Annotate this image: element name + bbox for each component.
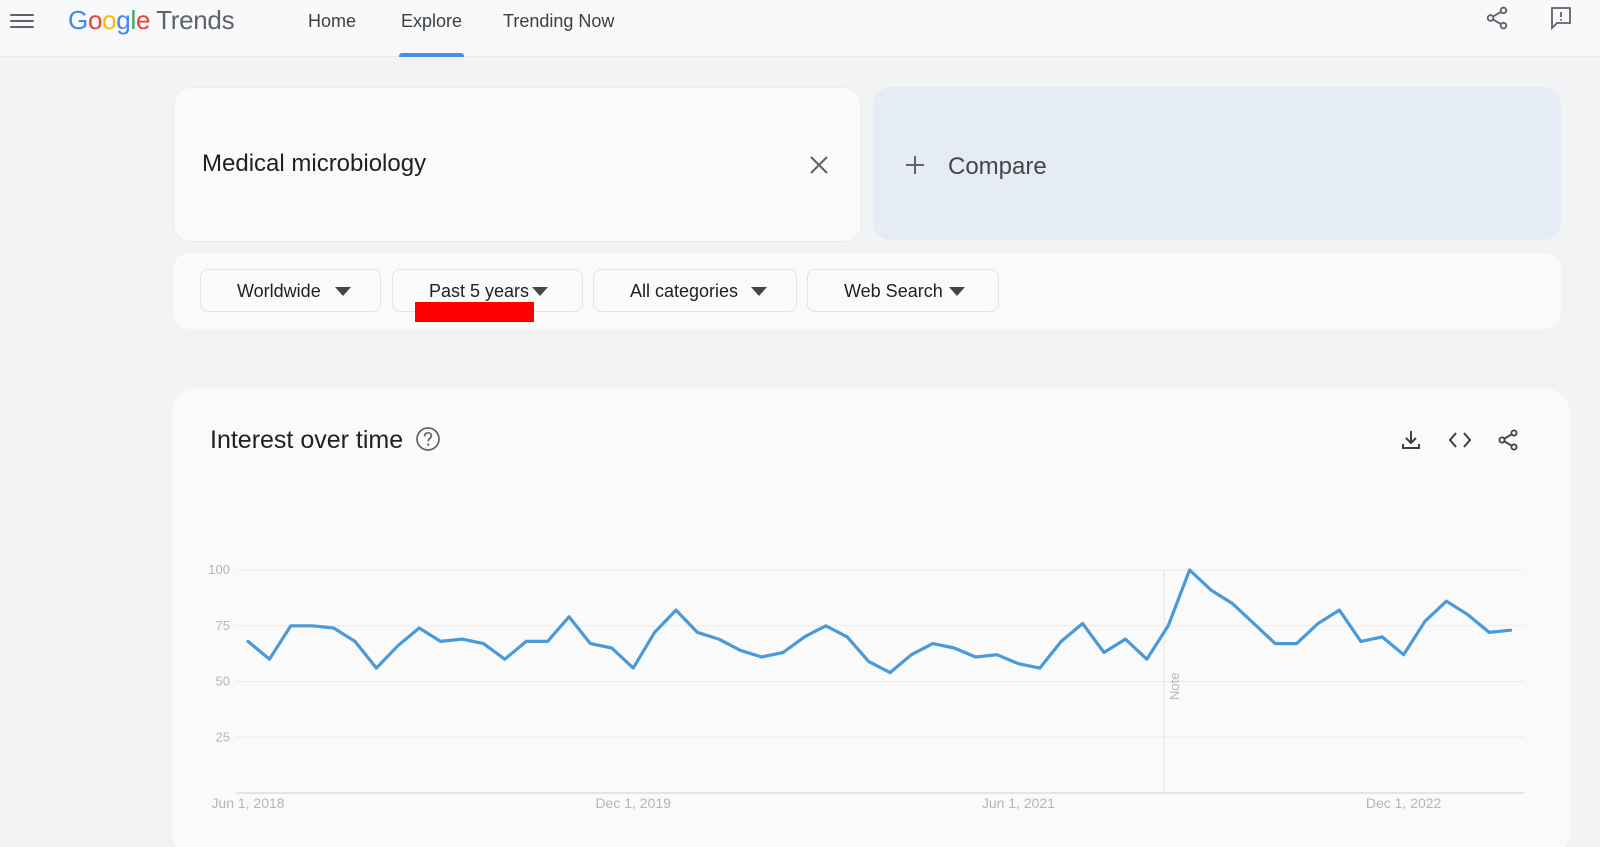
data-point[interactable] bbox=[1057, 637, 1065, 645]
category-filter[interactable]: All categories bbox=[593, 269, 797, 312]
data-point[interactable] bbox=[1164, 622, 1172, 630]
search-term-card[interactable]: Medical microbiology bbox=[173, 87, 862, 242]
top-bar: Google Trends Home Explore Trending Now bbox=[0, 0, 1600, 57]
data-point[interactable] bbox=[1314, 620, 1322, 628]
caret-down-icon bbox=[949, 287, 965, 296]
location-filter-label: Worldwide bbox=[237, 281, 321, 301]
location-filter[interactable]: Worldwide bbox=[200, 269, 381, 312]
data-point[interactable] bbox=[1421, 617, 1429, 625]
data-point[interactable] bbox=[886, 669, 894, 677]
data-point[interactable] bbox=[479, 640, 487, 648]
data-point[interactable] bbox=[800, 633, 808, 641]
data-point[interactable] bbox=[1378, 633, 1386, 641]
y-tick-label: 100 bbox=[208, 562, 230, 577]
data-point[interactable] bbox=[1250, 620, 1258, 628]
data-point[interactable] bbox=[629, 664, 637, 672]
compare-button[interactable]: Compare bbox=[873, 87, 1561, 240]
data-point[interactable] bbox=[1357, 637, 1365, 645]
data-point[interactable] bbox=[779, 649, 787, 657]
data-point[interactable] bbox=[1442, 597, 1450, 605]
note-marker-label[interactable]: Note bbox=[1167, 673, 1182, 700]
data-point[interactable] bbox=[1507, 626, 1515, 634]
data-point[interactable] bbox=[372, 664, 380, 672]
x-tick-label: Jun 1, 2018 bbox=[211, 795, 284, 811]
data-point[interactable] bbox=[308, 622, 316, 630]
compare-label: Compare bbox=[948, 153, 1047, 180]
data-point[interactable] bbox=[972, 653, 980, 661]
filter-bar: Worldwide Past 5 years All categories We… bbox=[173, 253, 1561, 329]
data-point[interactable] bbox=[907, 651, 915, 659]
google-trends-logo[interactable]: Google Trends bbox=[68, 4, 235, 36]
caret-down-icon bbox=[532, 287, 548, 296]
data-point[interactable] bbox=[693, 628, 701, 636]
data-point[interactable] bbox=[522, 637, 530, 645]
data-point[interactable] bbox=[993, 651, 1001, 659]
data-point[interactable] bbox=[950, 644, 958, 652]
search-type-filter-label: Web Search bbox=[844, 281, 943, 301]
category-filter-label: All categories bbox=[630, 281, 739, 301]
data-point[interactable] bbox=[1100, 649, 1108, 657]
data-point[interactable] bbox=[565, 613, 573, 621]
data-point[interactable] bbox=[1014, 660, 1022, 668]
data-point[interactable] bbox=[1335, 606, 1343, 614]
y-tick-label: 50 bbox=[216, 674, 230, 689]
data-point[interactable] bbox=[330, 624, 338, 632]
data-point[interactable] bbox=[1271, 640, 1279, 648]
y-tick-label: 25 bbox=[216, 729, 230, 744]
data-point[interactable] bbox=[1464, 611, 1472, 619]
data-point[interactable] bbox=[1079, 620, 1087, 628]
data-point[interactable] bbox=[929, 640, 937, 648]
share-icon[interactable] bbox=[1484, 5, 1510, 31]
data-point[interactable] bbox=[1186, 566, 1194, 574]
data-point[interactable] bbox=[715, 635, 723, 643]
data-point[interactable] bbox=[1121, 635, 1129, 643]
data-point[interactable] bbox=[544, 637, 552, 645]
tab-trending-now[interactable]: Trending Now bbox=[503, 0, 614, 57]
data-point[interactable] bbox=[1143, 655, 1151, 663]
data-point[interactable] bbox=[458, 635, 466, 643]
data-point[interactable] bbox=[265, 655, 273, 663]
tab-explore[interactable]: Explore bbox=[399, 0, 464, 57]
menu-icon[interactable] bbox=[10, 10, 34, 32]
interest-over-time-chart: 25 50 75 100 Note Jun 1, 2018 Dec 1, 2019 Jun 1… bbox=[208, 562, 1524, 811]
close-icon[interactable] bbox=[808, 154, 830, 176]
caret-down-icon bbox=[751, 287, 767, 296]
x-tick-label: Dec 1, 2019 bbox=[595, 795, 671, 811]
data-point[interactable] bbox=[672, 606, 680, 614]
search-term[interactable]: Medical microbiology bbox=[202, 150, 426, 178]
interest-over-time-card: Interest over time 25 50 75 100 Note Jun 1, 2… bbox=[172, 388, 1570, 847]
data-point[interactable] bbox=[244, 637, 252, 645]
data-point[interactable] bbox=[1207, 586, 1215, 594]
x-tick-label: Jun 1, 2021 bbox=[982, 795, 1055, 811]
feedback-icon[interactable] bbox=[1548, 5, 1572, 31]
tab-home[interactable]: Home bbox=[308, 0, 356, 57]
data-point[interactable] bbox=[351, 637, 359, 645]
data-point[interactable] bbox=[843, 633, 851, 641]
data-point[interactable] bbox=[437, 637, 445, 645]
data-point[interactable] bbox=[586, 640, 594, 648]
search-type-filter[interactable]: Web Search bbox=[807, 269, 999, 312]
data-point[interactable] bbox=[1485, 628, 1493, 636]
data-point[interactable] bbox=[415, 624, 423, 632]
data-point[interactable] bbox=[501, 655, 509, 663]
data-point[interactable] bbox=[1400, 651, 1408, 659]
data-point[interactable] bbox=[608, 644, 616, 652]
data-point[interactable] bbox=[1228, 599, 1236, 607]
data-point[interactable] bbox=[394, 642, 402, 650]
y-tick-label: 75 bbox=[216, 618, 230, 633]
data-point[interactable] bbox=[736, 646, 744, 654]
data-point[interactable] bbox=[865, 657, 873, 665]
x-tick-label: Dec 1, 2022 bbox=[1366, 795, 1442, 811]
data-point[interactable] bbox=[1036, 664, 1044, 672]
data-point[interactable] bbox=[1293, 640, 1301, 648]
data-point[interactable] bbox=[822, 622, 830, 630]
data-point[interactable] bbox=[287, 622, 295, 630]
red-highlight-mark bbox=[415, 302, 534, 322]
data-point[interactable] bbox=[651, 628, 659, 636]
caret-down-icon bbox=[335, 287, 351, 296]
data-point[interactable] bbox=[758, 653, 766, 661]
plus-icon bbox=[906, 156, 924, 174]
